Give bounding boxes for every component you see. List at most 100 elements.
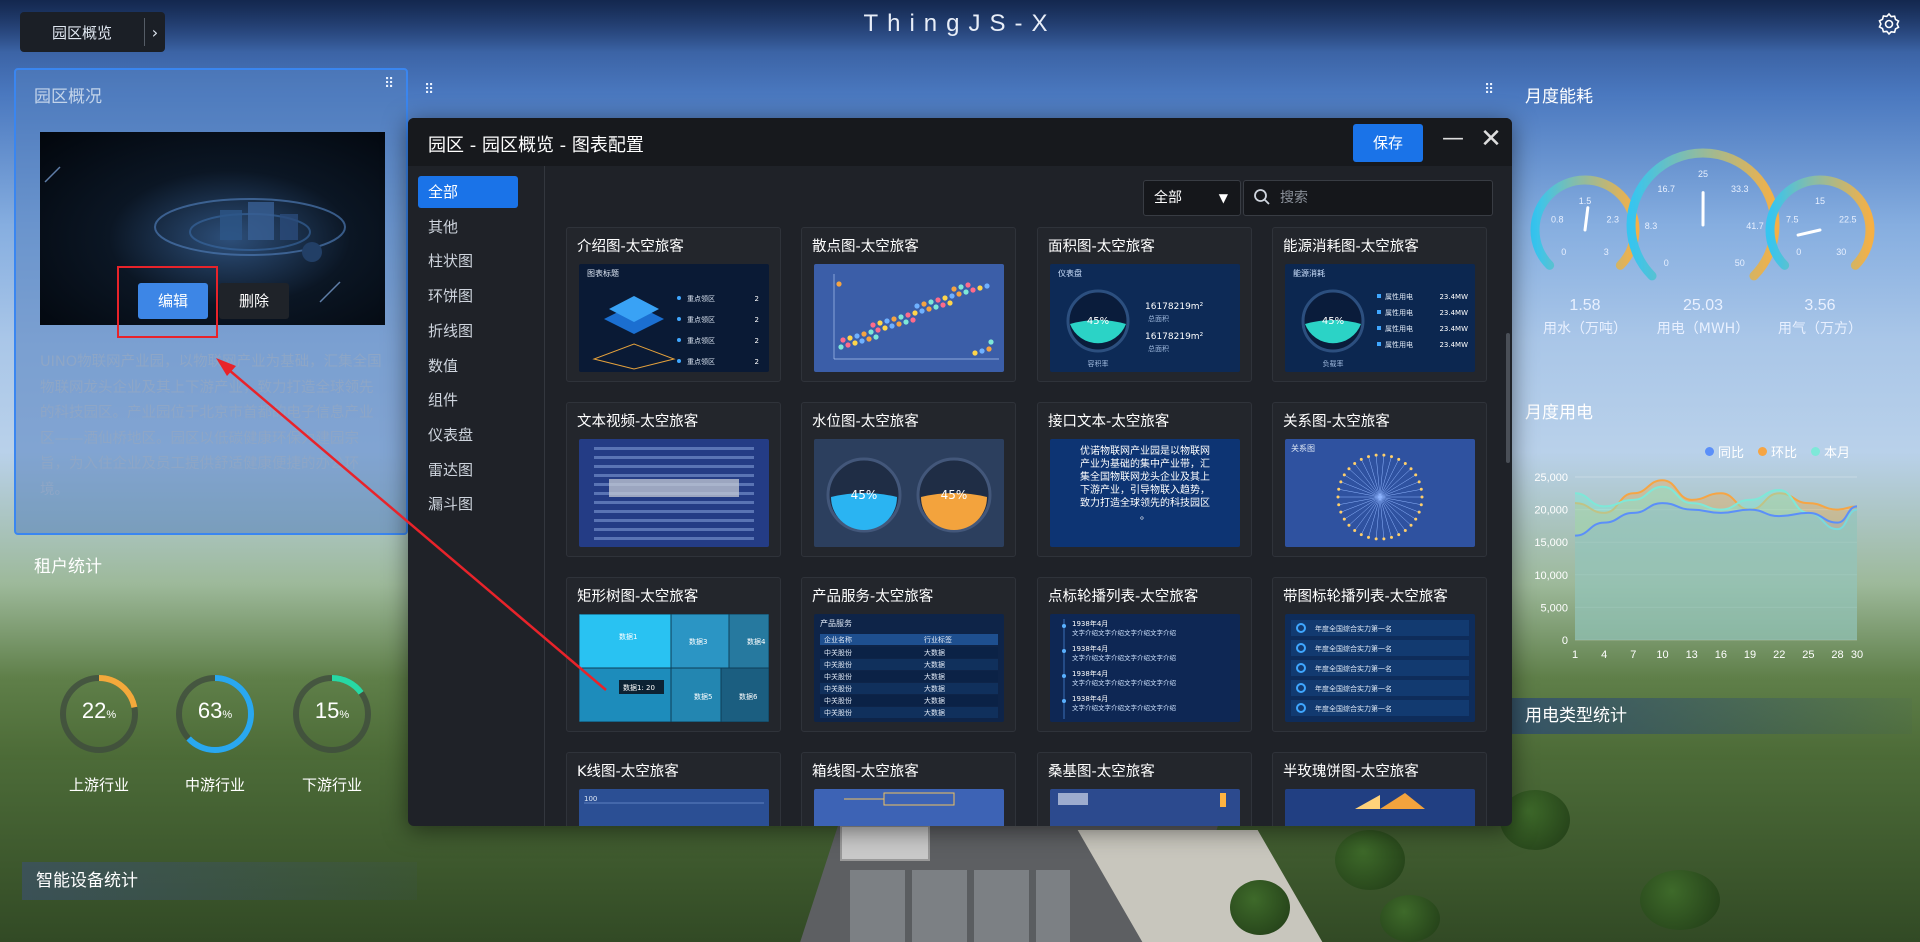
category-item[interactable]: 折线图 [418, 315, 518, 347]
text-line [594, 519, 754, 522]
chart-card[interactable]: 关系图-太空旅客 关系图 [1272, 402, 1487, 557]
chart-card[interactable]: 能源消耗图-太空旅客 能源消耗 45% 负载率 属性用电 23.4MW 属性用电 23.4MW… [1272, 227, 1487, 382]
scatter-point [873, 334, 879, 340]
card-preview-image: 图表标题重点领区 2 重点领区 2 重点领区 2 重点领区 2 [579, 264, 769, 372]
drag-handle-icon[interactable]: ⠿ [384, 76, 394, 92]
relation-node [1397, 457, 1401, 461]
scatter-point [852, 340, 858, 346]
filter-select[interactable]: 全部 ▼ [1143, 180, 1241, 216]
tenant-donut: 15% [290, 672, 374, 756]
chart-card[interactable]: 桑基图-太空旅客 [1037, 752, 1252, 826]
scatter-point [958, 284, 964, 290]
chart-card[interactable]: 产品服务-太空旅客 产品服务 企业名称 行业标签 中关股份 大数据 中关股份 大数据 中关股份大… [801, 577, 1016, 732]
preview-text: 23.4MW [1439, 341, 1468, 349]
card-preview-image: 100 [579, 789, 769, 826]
gauge-tick: 15 [1815, 196, 1825, 206]
category-item[interactable]: 组件 [418, 384, 518, 416]
gauge-value: 1.58 [1569, 297, 1600, 314]
scatter-point [940, 302, 946, 308]
legend-label: 同比 [1718, 446, 1745, 461]
category-item[interactable]: 环饼图 [418, 280, 518, 312]
chart-card[interactable]: 矩形树图-太空旅客 数据1 数据3 数据4 数据5 数据6 数据1: 20 [566, 577, 781, 732]
x-tick-label: 4 [1601, 649, 1607, 661]
card-preview-image [1285, 789, 1475, 826]
chart-card[interactable]: 介绍图-太空旅客 图表标题 重点领区 2 重点领区 2 重点领区 2 重点领区 2 [566, 227, 781, 382]
scrollbar[interactable] [1506, 333, 1510, 463]
save-button[interactable]: 保存 [1353, 124, 1423, 162]
gauge-needle [1583, 206, 1590, 232]
chart-card[interactable]: 带图标轮播列表-太空旅客 年度全国综合实力第一名 年度全国综合实力第一名 年度全国综合… [1272, 577, 1487, 732]
relation-node [1414, 473, 1418, 477]
search-input[interactable]: 搜索 [1243, 180, 1493, 216]
settings-gear-icon[interactable] [1876, 12, 1902, 38]
donut-unit: % [222, 709, 233, 721]
scatter-point [988, 339, 994, 345]
legend-item[interactable]: 本月 [1811, 442, 1850, 461]
scatter-point [884, 318, 890, 324]
chart-card[interactable]: 散点图-太空旅客 [801, 227, 1016, 382]
edit-button[interactable]: 编辑 [138, 283, 208, 319]
card-preview [814, 789, 1004, 826]
legend-item[interactable]: 同比 [1705, 442, 1744, 461]
scatter-point [919, 308, 925, 314]
chart-card[interactable]: 半玫瑰饼图-太空旅客 [1272, 752, 1487, 826]
category-item[interactable]: 全部 [418, 176, 518, 208]
chevron-right-icon[interactable]: › [145, 23, 165, 42]
relation-node [1374, 537, 1378, 541]
chart-card[interactable]: 文本视频-太空旅客 [566, 402, 781, 557]
preview-text: 数据5 [694, 692, 712, 701]
x-tick-label: 7 [1630, 649, 1636, 661]
text-line [594, 510, 754, 513]
scene-nav-label: 园区概览 [51, 23, 112, 42]
close-icon[interactable]: ✕ [1476, 126, 1506, 156]
drag-handle-icon[interactable]: ⠿ [1484, 82, 1494, 98]
chart-card[interactable]: 箱线图-太空旅客 [801, 752, 1016, 826]
preview-text: 年度全国综合实力第一名 [1315, 664, 1392, 673]
row-dot [1377, 310, 1381, 314]
category-item[interactable]: 雷达图 [418, 454, 518, 486]
card-title: 产品服务-太空旅客 [812, 589, 934, 605]
scene-nav-button[interactable]: 园区概览 › [20, 12, 165, 52]
chart-card[interactable]: 水位图-太空旅客 45% 45% [801, 402, 1016, 557]
chart-card[interactable]: K线图-太空旅客 100 [566, 752, 781, 826]
preview-text: 年度全国综合实力第一名 [1315, 644, 1392, 653]
preview-text: 中关股份 [824, 708, 852, 717]
scatter-point [896, 321, 902, 327]
row-dot [1377, 326, 1381, 330]
category-item[interactable]: 仪表盘 [418, 419, 518, 451]
card-preview [579, 439, 769, 547]
chart-card[interactable]: 接口文本-太空旅客 优诺物联网产业园是以物联网 产业为基础的集中产业带，汇 集全国物联… [1037, 402, 1252, 557]
relation-node [1339, 510, 1343, 514]
preview-text: 重点领区 [687, 294, 715, 303]
legend-item[interactable]: 环比 [1758, 442, 1797, 461]
preview-text: 集全国物联网龙头企业及其上 [1080, 470, 1210, 483]
relation-node [1409, 467, 1413, 471]
donut-label: 中游行业 [184, 776, 245, 794]
gauge-label: 用电（MWH） [1657, 321, 1749, 337]
donut-unit: % [339, 709, 350, 721]
preview-text: 文字介绍文字介绍文字介绍文字介绍 [1072, 628, 1177, 637]
preview-text: 年度全国综合实力第一名 [1315, 684, 1392, 693]
scatter-point [977, 285, 983, 291]
category-item[interactable]: 数值 [418, 350, 518, 382]
x-tick-label: 30 [1851, 649, 1863, 661]
text-line [594, 537, 754, 540]
category-item[interactable]: 柱状图 [418, 245, 518, 277]
relation-node [1342, 517, 1346, 521]
minimize-icon[interactable]: — [1438, 126, 1468, 156]
chart-card[interactable]: 点标轮播列表-太空旅客 1938年4月 文字介绍文字介绍文字介绍文字介绍 1938年4… [1037, 577, 1252, 732]
card-preview: 仪表盘 45% 容积率 16178219m² 总面积 16178219m² 总面积 [1050, 264, 1240, 372]
drag-handle-icon[interactable]: ⠿ [424, 82, 434, 98]
chart-card[interactable]: 面积图-太空旅客 仪表盘 45% 容积率 16178219m² 总面积 16178219m²… [1037, 227, 1252, 382]
preview-text: 16178219m² [1145, 302, 1204, 312]
preview-bg [814, 264, 1004, 372]
relation-node [1403, 529, 1407, 533]
donut-value: 63% [173, 698, 257, 724]
preview-text: 45% [941, 488, 968, 502]
row-dot [1377, 342, 1381, 346]
category-item[interactable]: 漏斗图 [418, 488, 518, 520]
category-item[interactable]: 其他 [418, 211, 518, 243]
delete-button[interactable]: 删除 [219, 283, 289, 319]
gauge-tick: 2.3 [1606, 215, 1619, 225]
preview-text: 45% [851, 488, 878, 502]
